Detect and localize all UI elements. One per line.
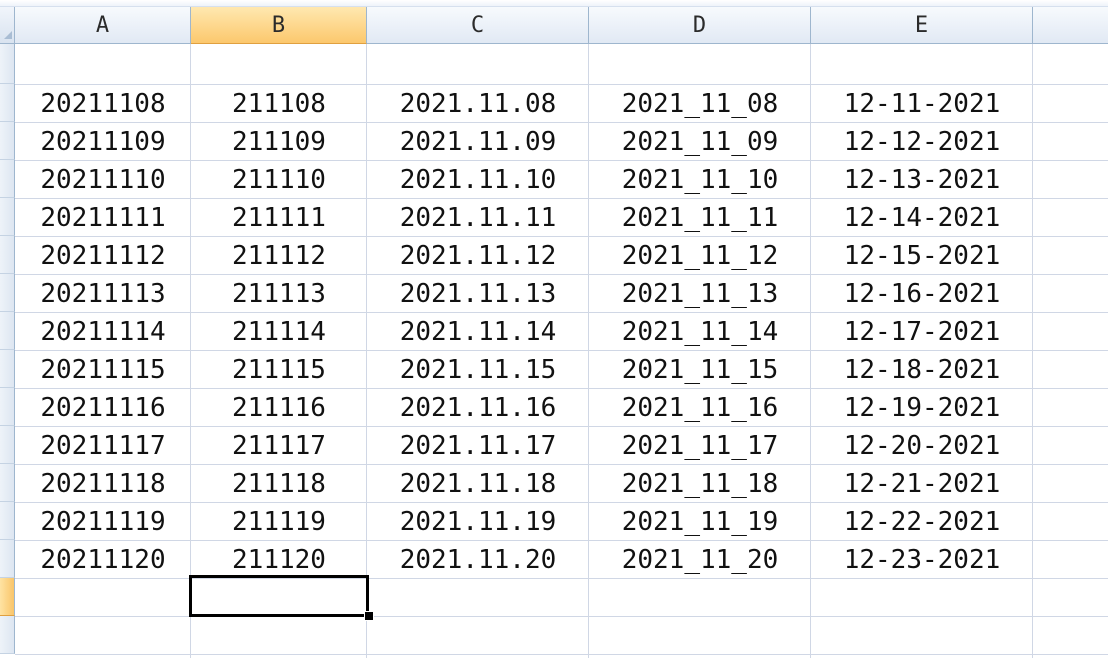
row-header[interactable]: [0, 84, 15, 122]
row-header[interactable]: [0, 236, 15, 274]
table-cell-c[interactable]: 2021.11.19: [367, 503, 589, 541]
table-cell-c[interactable]: 2021.11.15: [367, 351, 589, 389]
table-cell-d[interactable]: 2021_11_20: [589, 541, 811, 579]
table-cell-e[interactable]: 12-21-2021: [811, 465, 1033, 503]
table-cell-e[interactable]: 12-20-2021: [811, 427, 1033, 465]
table-cell-e[interactable]: 12-19-2021: [811, 389, 1033, 427]
table-cell-c[interactable]: 2021.11.17: [367, 427, 589, 465]
table-cell-b[interactable]: 211115: [191, 351, 367, 389]
row-header[interactable]: [0, 426, 15, 464]
table-cell-c[interactable]: 2021.11.14: [367, 313, 589, 351]
row-header[interactable]: [0, 578, 15, 616]
table-cell-a[interactable]: 20211120: [15, 541, 191, 579]
active-cell[interactable]: [189, 575, 369, 617]
table-cell-d[interactable]: 2021_11_08: [589, 85, 811, 123]
table-cell-e[interactable]: 12-17-2021: [811, 313, 1033, 351]
table-cell-e[interactable]: 12-18-2021: [811, 351, 1033, 389]
table-cell-a[interactable]: 20211117: [15, 427, 191, 465]
row-header[interactable]: [0, 464, 15, 502]
select-all-corner[interactable]: [0, 7, 15, 44]
spreadsheet: A B C D E 20211108 211108 2021.11.08 2021_1…: [0, 0, 1108, 658]
table-cell-b[interactable]: 211114: [191, 313, 367, 351]
table-cell-d[interactable]: 2021_11_11: [589, 199, 811, 237]
table-cell-c[interactable]: 2021.11.09: [367, 123, 589, 161]
table-cell-b[interactable]: 211120: [191, 541, 367, 579]
table-cell-d[interactable]: 2021_11_10: [589, 161, 811, 199]
table-cell-d[interactable]: 2021_11_12: [589, 237, 811, 275]
table-cell-e[interactable]: 12-15-2021: [811, 237, 1033, 275]
row-gridline: [15, 654, 1108, 655]
table-cell-a[interactable]: 20211118: [15, 465, 191, 503]
row-header[interactable]: [0, 388, 15, 426]
table-cell-c[interactable]: 2021.11.16: [367, 389, 589, 427]
table-cell-c[interactable]: 2021.11.18: [367, 465, 589, 503]
column-header-f[interactable]: [1033, 7, 1108, 44]
table-cell-d[interactable]: 2021_11_19: [589, 503, 811, 541]
table-cell-a[interactable]: 20211116: [15, 389, 191, 427]
toolbar-edge: [0, 0, 1108, 7]
row-header[interactable]: [0, 312, 15, 350]
table-cell-e[interactable]: 12-11-2021: [811, 85, 1033, 123]
table-cell-a[interactable]: 20211111: [15, 199, 191, 237]
table-cell-e[interactable]: 12-13-2021: [811, 161, 1033, 199]
table-cell-a[interactable]: 20211108: [15, 85, 191, 123]
table-cell-a[interactable]: 20211109: [15, 123, 191, 161]
row-gridline: [15, 616, 1108, 617]
table-cell-b[interactable]: 211116: [191, 389, 367, 427]
table-cell-d[interactable]: 2021_11_15: [589, 351, 811, 389]
table-cell-a[interactable]: 20211110: [15, 161, 191, 199]
fill-handle[interactable]: [364, 611, 374, 621]
column-header-d[interactable]: D: [589, 7, 811, 44]
table-cell-b[interactable]: 211117: [191, 427, 367, 465]
table-cell-d[interactable]: 2021_11_16: [589, 389, 811, 427]
table-cell-b[interactable]: 211108: [191, 85, 367, 123]
table-cell-b[interactable]: 211113: [191, 275, 367, 313]
table-cell-c[interactable]: 2021.11.13: [367, 275, 589, 313]
table-cell-a[interactable]: 20211119: [15, 503, 191, 541]
row-header[interactable]: [0, 274, 15, 312]
table-cell-d[interactable]: 2021_11_18: [589, 465, 811, 503]
row-header[interactable]: [0, 350, 15, 388]
row-header[interactable]: [0, 198, 15, 236]
table-cell-d[interactable]: 2021_11_13: [589, 275, 811, 313]
table-cell-d[interactable]: 2021_11_17: [589, 427, 811, 465]
table-cell-b[interactable]: 211112: [191, 237, 367, 275]
table-cell-d[interactable]: 2021_11_14: [589, 313, 811, 351]
table-cell-e[interactable]: 12-14-2021: [811, 199, 1033, 237]
table-cell-a[interactable]: 20211113: [15, 275, 191, 313]
table-cell-a[interactable]: 20211114: [15, 313, 191, 351]
table-cell-a[interactable]: 20211115: [15, 351, 191, 389]
row-header[interactable]: [0, 502, 15, 540]
table-cell-e[interactable]: 12-23-2021: [811, 541, 1033, 579]
table-cell-c[interactable]: 2021.11.12: [367, 237, 589, 275]
row-header[interactable]: [0, 540, 15, 578]
table-cell-c[interactable]: 2021.11.11: [367, 199, 589, 237]
table-cell-c[interactable]: 2021.11.20: [367, 541, 589, 579]
table-cell-c[interactable]: 2021.11.10: [367, 161, 589, 199]
table-cell-b[interactable]: 211111: [191, 199, 367, 237]
table-cell-e[interactable]: 12-16-2021: [811, 275, 1033, 313]
column-header-a[interactable]: A: [15, 7, 191, 44]
table-cell-a[interactable]: 20211112: [15, 237, 191, 275]
row-header[interactable]: [0, 44, 15, 84]
column-header-e[interactable]: E: [811, 7, 1033, 44]
table-cell-b[interactable]: 211110: [191, 161, 367, 199]
table-cell-b[interactable]: 211119: [191, 503, 367, 541]
table-cell-b[interactable]: 211118: [191, 465, 367, 503]
table-cell-b[interactable]: 211109: [191, 123, 367, 161]
row-header[interactable]: [0, 122, 15, 160]
select-all-triangle-icon: [4, 31, 12, 39]
row-header[interactable]: [0, 616, 15, 654]
column-header-b[interactable]: B: [191, 7, 367, 44]
row-header[interactable]: [0, 160, 15, 198]
table-cell-c[interactable]: 2021.11.08: [367, 85, 589, 123]
column-header-c[interactable]: C: [367, 7, 589, 44]
table-cell-e[interactable]: 12-22-2021: [811, 503, 1033, 541]
table-cell-d[interactable]: 2021_11_09: [589, 123, 811, 161]
table-cell-e[interactable]: 12-12-2021: [811, 123, 1033, 161]
